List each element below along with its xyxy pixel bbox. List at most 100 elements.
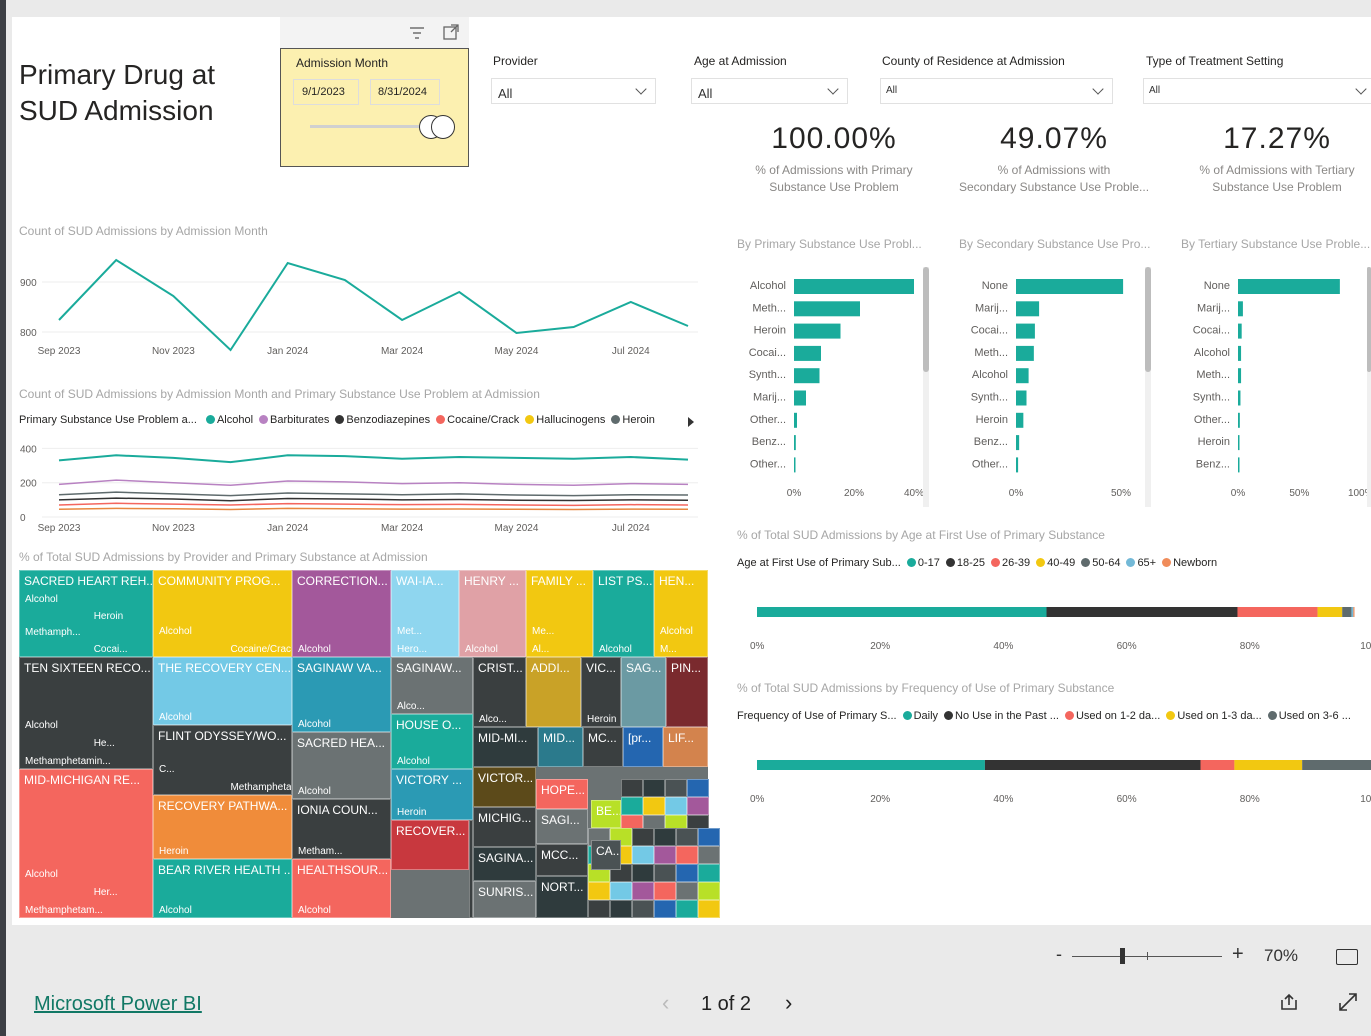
treemap-small-cell[interactable] bbox=[588, 900, 610, 918]
legend-item[interactable]: No Use in the Past ... bbox=[944, 710, 1059, 722]
treemap-small-cell[interactable] bbox=[632, 828, 654, 846]
filter-icon[interactable] bbox=[410, 26, 424, 39]
tertiary-bar-chart[interactable]: None Marij... Cocai... Alcohol Meth... Synth.… bbox=[1178, 267, 1371, 502]
treemap-cell[interactable]: HENRY ... Alcohol bbox=[459, 570, 526, 657]
treemap-cell[interactable]: CRIST... Alco... bbox=[473, 657, 526, 727]
treemap-small-cell[interactable] bbox=[665, 797, 687, 815]
treemap-cell[interactable]: TEN SIXTEEN RECO... Alcohol He... Methamphe… bbox=[19, 657, 153, 769]
treemap-small-cell[interactable] bbox=[676, 846, 698, 864]
treemap-small-cell[interactable] bbox=[654, 882, 676, 900]
legend-item[interactable]: Daily bbox=[902, 710, 938, 722]
treemap-cell[interactable]: SAGINAW... Alco... bbox=[391, 657, 473, 714]
treemap-cell[interactable]: HOUSE O... Alcohol bbox=[391, 714, 473, 769]
treemap-small-cell[interactable] bbox=[698, 846, 720, 864]
treemap-cell[interactable]: LIST PS... Alcohol bbox=[593, 570, 654, 657]
legend-item[interactable]: 26-39 bbox=[991, 557, 1030, 569]
treemap-small-cell[interactable] bbox=[676, 900, 698, 918]
scrollbar[interactable] bbox=[1367, 267, 1371, 507]
legend-item[interactable]: Cocaine/Crack bbox=[436, 414, 519, 426]
treemap-cell[interactable]: RECOVER... bbox=[391, 820, 469, 870]
treemap-small-cell[interactable] bbox=[621, 779, 643, 797]
treemap-cell[interactable]: SACRED HEART REH... Alcohol Heroin Methamph… bbox=[19, 570, 153, 657]
legend-item[interactable]: 50-64 bbox=[1081, 557, 1120, 569]
treemap-small-cell[interactable] bbox=[632, 882, 654, 900]
treemap-small-cell[interactable] bbox=[698, 828, 720, 846]
admission-month-slicer[interactable]: Admission Month 9/1/2023 8/31/2024 bbox=[280, 17, 469, 167]
scrollbar[interactable] bbox=[1145, 267, 1151, 507]
previous-page-icon[interactable]: ‹ bbox=[662, 990, 669, 1016]
treemap-small-cell[interactable] bbox=[632, 864, 654, 882]
treemap-cell[interactable]: ADDI... bbox=[526, 657, 581, 727]
focus-mode-icon[interactable] bbox=[443, 24, 459, 40]
treemap-small-cell[interactable] bbox=[687, 779, 709, 797]
primary-bar-chart[interactable]: Alcohol Meth... Heroin Cocai... Synth... Mari… bbox=[734, 267, 934, 502]
legend-item[interactable]: Hallucinogens bbox=[525, 414, 605, 426]
treemap-small-cell[interactable] bbox=[687, 797, 709, 815]
legend-item[interactable]: 65+ bbox=[1126, 557, 1156, 569]
legend-item[interactable]: Used on 3-6 ... bbox=[1267, 710, 1351, 722]
range-handle-end[interactable] bbox=[431, 115, 455, 139]
treemap-cell[interactable]: IONIA COUN... Metham... bbox=[292, 799, 391, 859]
age-stacked-bar[interactable]: 0% 20% 40% 60% 80% 100% bbox=[734, 592, 1371, 662]
treemap-cell[interactable]: HEALTHSOUR... Alcohol bbox=[292, 859, 391, 918]
treemap-small-cell[interactable] bbox=[643, 797, 665, 815]
treemap-cell[interactable]: MID-MI... bbox=[473, 727, 538, 767]
treemap-cell[interactable]: SAGINA... bbox=[473, 847, 536, 881]
admissions-line-chart[interactable]: 900 800Sep 2023 Nov 2023 Jan 2024 Mar 2024 Ma… bbox=[12, 242, 712, 362]
treemap-small-cell[interactable] bbox=[621, 797, 643, 815]
legend-item[interactable]: Alcohol bbox=[205, 414, 253, 426]
treemap-small-cell[interactable] bbox=[698, 864, 720, 882]
multi-line-chart[interactable]: 400 200 0 Sep 2023 Nov 2023 Jan 2024 Mar 2024 M… bbox=[12, 435, 712, 535]
power-bi-link[interactable]: Microsoft Power BI bbox=[34, 993, 202, 1016]
treemap-small-cell[interactable] bbox=[654, 846, 676, 864]
treemap-small-cell[interactable] bbox=[588, 882, 610, 900]
treemap-cell[interactable]: MID... bbox=[538, 727, 583, 767]
treemap-cell[interactable]: THE RECOVERY CEN... Alcohol bbox=[153, 657, 292, 725]
provider-dropdown[interactable]: All bbox=[491, 78, 656, 104]
scrollbar[interactable] bbox=[923, 267, 929, 507]
treemap-cell[interactable]: COMMUNITY PROG... Alcohol Cocaine/Crack bbox=[153, 570, 292, 657]
treemap-small-cell[interactable] bbox=[654, 828, 676, 846]
legend-item[interactable]: Used on 1-3 da... bbox=[1166, 710, 1262, 722]
provider-treemap[interactable]: SACRED HEART REH... Alcohol Heroin Methamph… bbox=[19, 570, 720, 918]
treemap-small-cell[interactable] bbox=[676, 882, 698, 900]
treemap-cell[interactable]: HEN... Alcohol M... bbox=[654, 570, 708, 657]
end-date-input[interactable]: 8/31/2024 bbox=[370, 79, 440, 105]
treemap-cell[interactable]: CA... bbox=[591, 840, 621, 870]
treemap-small-cell[interactable] bbox=[632, 900, 654, 918]
fullscreen-icon[interactable] bbox=[1337, 991, 1359, 1013]
treemap-small-cell[interactable] bbox=[643, 779, 665, 797]
treemap-cell[interactable]: SUNRIS... bbox=[473, 881, 536, 918]
treemap-small-cell[interactable] bbox=[665, 779, 687, 797]
treemap-cell[interactable]: SAGINAW VA... Alcohol bbox=[292, 657, 391, 732]
county-dropdown[interactable]: All bbox=[880, 78, 1113, 104]
treemap-small-cell[interactable] bbox=[610, 900, 632, 918]
treemap-cell[interactable]: VICTORY ... Heroin bbox=[391, 769, 473, 820]
treemap-small-cell[interactable] bbox=[698, 900, 720, 918]
treemap-cell[interactable]: VICTOR... bbox=[473, 767, 536, 807]
legend-item[interactable]: Heroin bbox=[611, 414, 655, 426]
legend-item[interactable]: Barbiturates bbox=[259, 414, 329, 426]
treemap-cell[interactable]: LIF... bbox=[663, 727, 708, 767]
treemap-cell[interactable]: MID-MICHIGAN RE... Alcohol Her... Methamphe… bbox=[19, 769, 153, 918]
treemap-cell[interactable]: SAGI... bbox=[536, 809, 588, 844]
treemap-small-cell[interactable] bbox=[676, 864, 698, 882]
legend-item[interactable]: Benzodiazepines bbox=[335, 414, 430, 426]
zoom-slider-thumb[interactable] bbox=[1120, 948, 1125, 964]
treemap-cell[interactable]: RECOVERY PATHWA... Heroin bbox=[153, 795, 292, 859]
treemap-cell[interactable]: SACRED HEA... Alcohol bbox=[292, 732, 391, 799]
setting-dropdown[interactable]: All bbox=[1143, 78, 1371, 104]
treemap-cell[interactable]: PIN... bbox=[666, 657, 708, 727]
legend-item[interactable]: 18-25 bbox=[945, 557, 985, 569]
treemap-cell[interactable]: [pr... bbox=[623, 727, 663, 767]
treemap-cell[interactable]: MC... bbox=[583, 727, 623, 767]
start-date-input[interactable]: 9/1/2023 bbox=[293, 79, 359, 105]
treemap-small-cell[interactable] bbox=[632, 846, 654, 864]
treemap-cell[interactable]: FLINT ODYSSEY/WO... C... Methampheta... bbox=[153, 725, 292, 795]
legend-item[interactable]: 40-49 bbox=[1036, 557, 1075, 569]
zoom-in-button[interactable]: + bbox=[1232, 943, 1244, 966]
zoom-out-button[interactable]: - bbox=[1056, 944, 1062, 965]
treemap-small-cell[interactable] bbox=[610, 882, 632, 900]
treemap-small-cell[interactable] bbox=[654, 864, 676, 882]
frequency-stacked-bar[interactable]: 0% 20% 40% 60% 80% 100% bbox=[734, 745, 1371, 815]
